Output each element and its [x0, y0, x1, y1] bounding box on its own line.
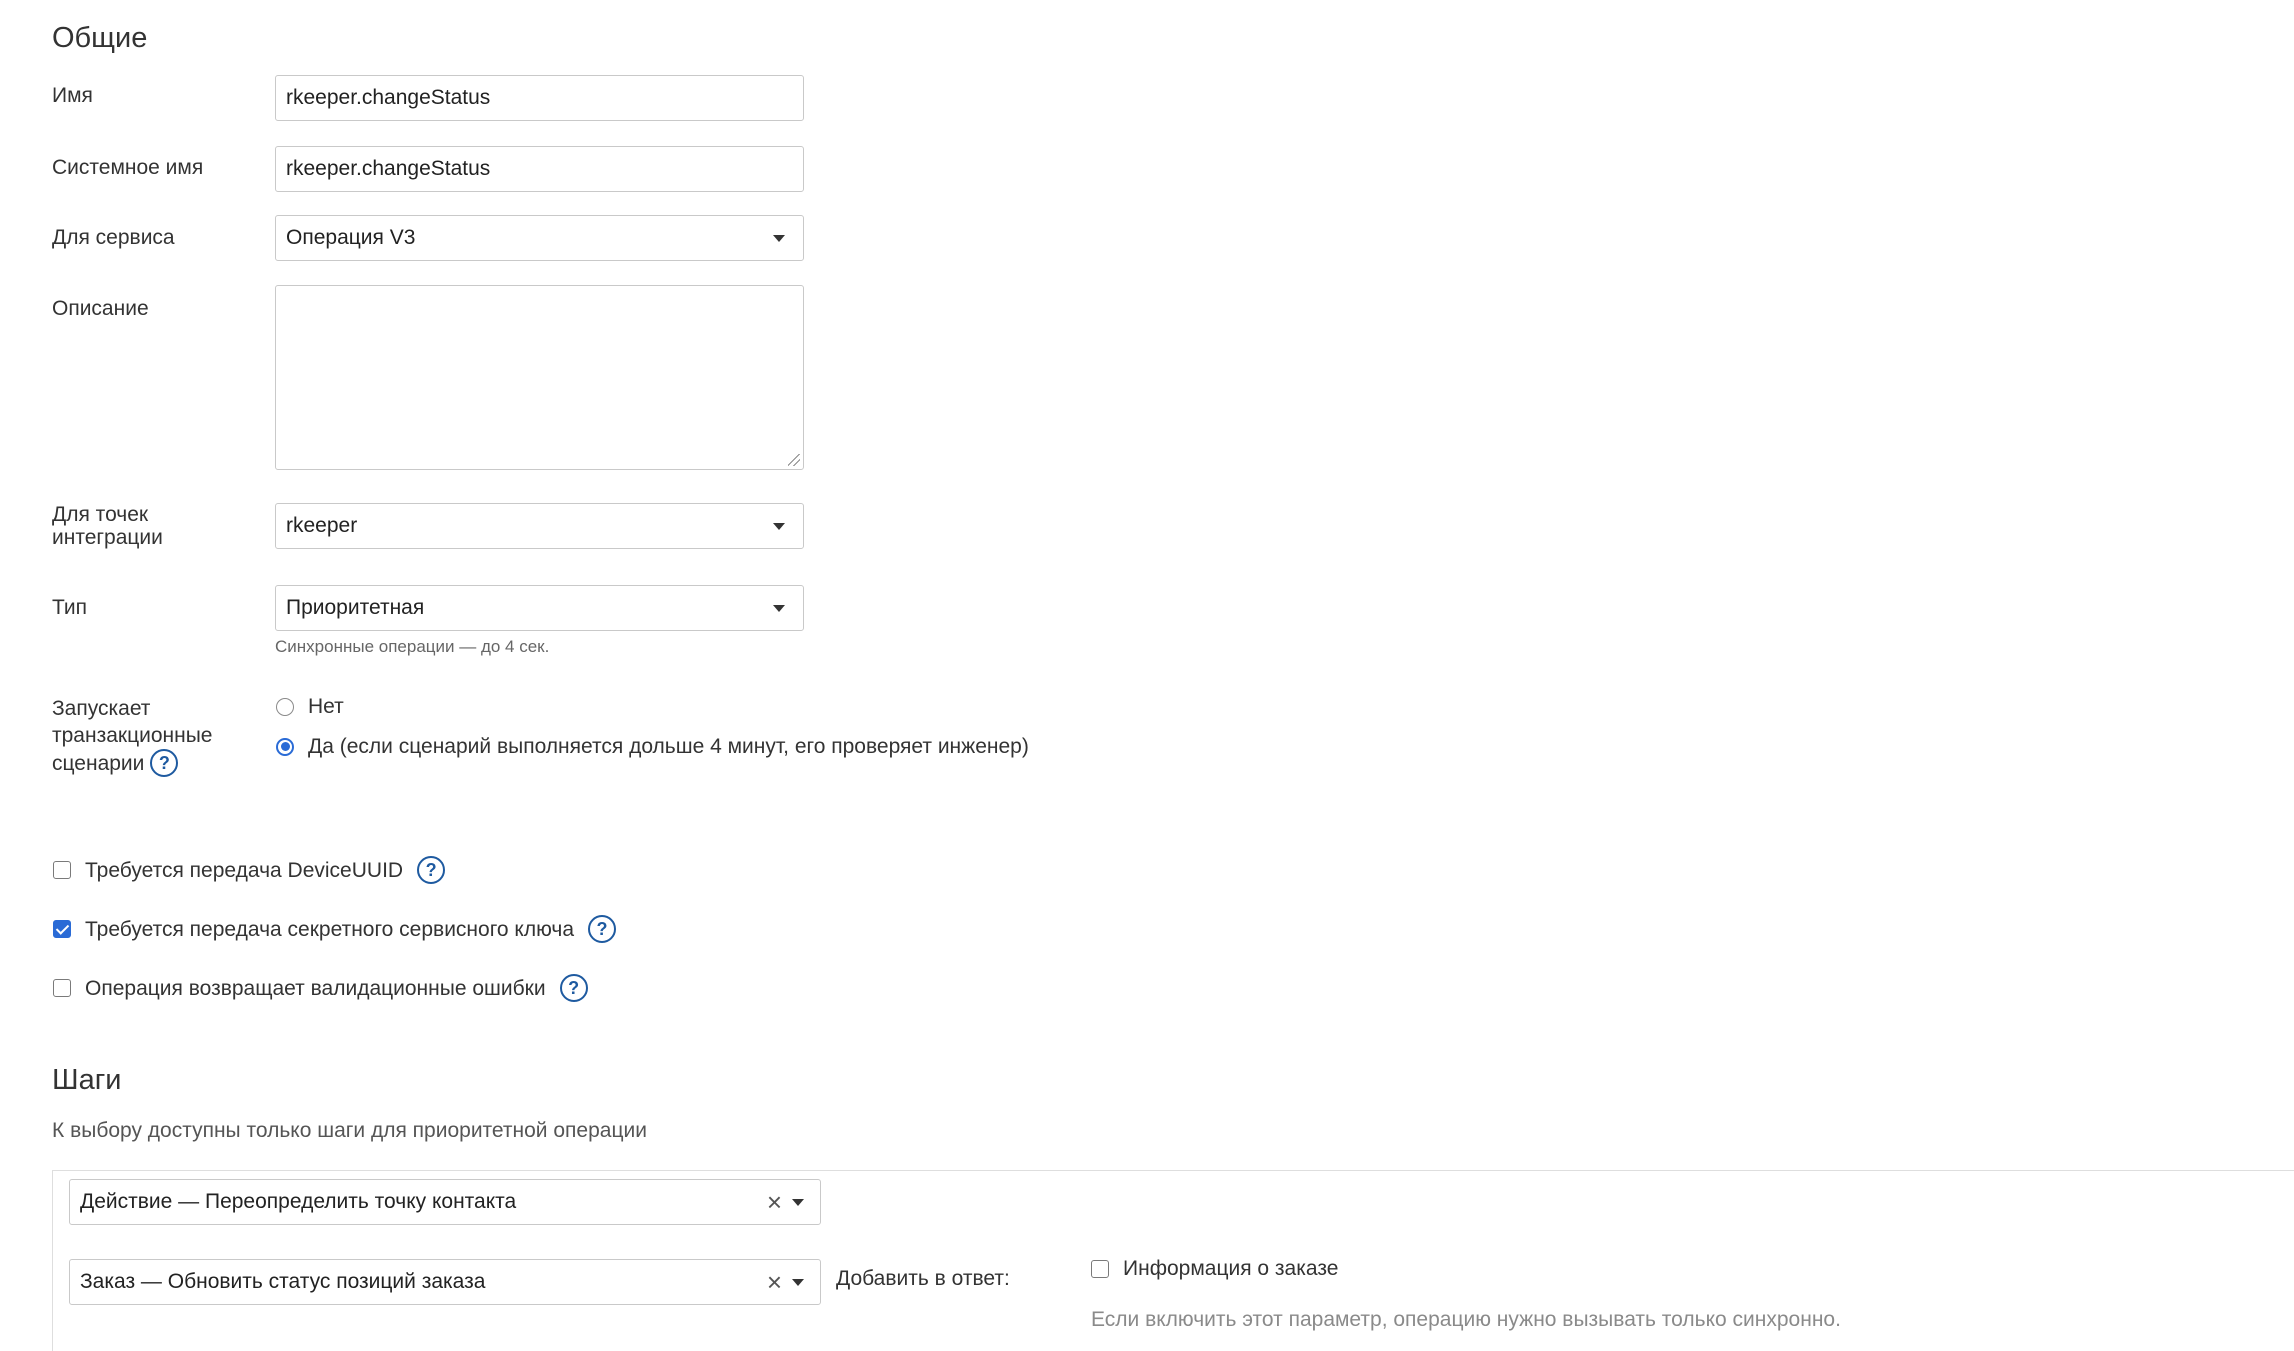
service-select[interactable]: Операция V3: [275, 215, 804, 261]
help-icon[interactable]: ?: [417, 856, 446, 884]
option-order-info-label: Информация о заказе: [1123, 1257, 1339, 1280]
step-select-1[interactable]: Действие — Переопределить точку контакта…: [69, 1179, 821, 1225]
option-validation-errors-label: Операция возвращает валидационные ошибки: [85, 976, 546, 1000]
integration-label-line1: Для точек: [52, 503, 149, 526]
step-select-2[interactable]: Заказ — Обновить статус позиций заказа ×: [69, 1259, 821, 1305]
clear-icon[interactable]: ×: [767, 1189, 782, 1215]
step-select-1-value: Действие — Переопределить точку контакта: [80, 1190, 517, 1213]
steps-subtitle: К выбору доступны только шаги для приори…: [52, 1119, 647, 1142]
chevron-down-icon: [792, 1279, 804, 1286]
name-input-value: rkeeper.changeStatus: [286, 86, 491, 109]
option-device-uuid-label: Требуется передача DeviceUUID: [85, 858, 404, 882]
tx-label: Запускает транзакционные сценарии ?: [52, 695, 212, 777]
service-label: Для сервиса: [52, 226, 175, 249]
type-label: Тип: [52, 596, 88, 619]
tx-label-line2: транзакционные: [52, 724, 213, 747]
description-textarea[interactable]: [275, 285, 804, 470]
resize-grip-icon[interactable]: [788, 454, 800, 466]
integration-select-value: rkeeper: [286, 514, 358, 537]
option-device-uuid[interactable]: Требуется передача DeviceUUID ?: [53, 856, 446, 884]
service-select-value: Операция V3: [286, 226, 416, 249]
option-secret-key[interactable]: Требуется передача секретного сервисного…: [53, 915, 616, 943]
description-label: Описание: [52, 297, 149, 320]
name-input[interactable]: rkeeper.changeStatus: [275, 75, 804, 121]
tx-label-line1: Запускает: [52, 697, 151, 720]
chevron-down-icon: [773, 605, 785, 612]
type-select-value: Приоритетная: [286, 596, 425, 619]
tx-option-no[interactable]: Нет: [276, 695, 344, 718]
help-icon[interactable]: ?: [588, 915, 616, 943]
chevron-down-icon: [773, 235, 785, 242]
option-validation-errors[interactable]: Операция возвращает валидационные ошибки…: [53, 974, 588, 1002]
checkbox-order-info[interactable]: [1091, 1259, 1109, 1278]
tx-label-line3: сценарии: [52, 751, 145, 775]
step-select-2-value: Заказ — Обновить статус позиций заказа: [80, 1270, 486, 1293]
tx-option-yes[interactable]: Да (если сценарий выполняется дольше 4 м…: [276, 735, 1029, 758]
tx-label-line3-row: сценарии ?: [52, 749, 212, 777]
option-secret-key-label: Требуется передача секретного сервисного…: [85, 917, 574, 941]
checkbox-validation-errors[interactable]: [53, 979, 71, 997]
tx-option-no-label: Нет: [308, 695, 344, 718]
type-hint: Синхронные операции — до 4 сек.: [275, 637, 550, 656]
order-info-hint: Если включить этот параметр, операцию ну…: [1091, 1308, 1841, 1331]
name-label: Имя: [52, 84, 93, 107]
help-icon[interactable]: ?: [559, 974, 588, 1002]
sysname-input-value: rkeeper.changeStatus: [286, 157, 491, 180]
integration-select[interactable]: rkeeper: [275, 503, 804, 549]
section-title-steps: Шаги: [52, 1064, 122, 1096]
add-to-response-label: Добавить в ответ:: [836, 1267, 1010, 1290]
chevron-down-icon: [773, 523, 785, 530]
type-select[interactable]: Приоритетная: [275, 585, 804, 631]
integration-label-line2: интеграции: [52, 526, 163, 549]
radio-yes[interactable]: [276, 737, 294, 756]
tx-option-yes-label: Да (если сценарий выполняется дольше 4 м…: [308, 735, 1029, 758]
radio-no[interactable]: [276, 697, 294, 716]
sysname-label: Системное имя: [52, 156, 204, 179]
integration-label: Для точек интеграции: [52, 503, 163, 549]
checkbox-device-uuid[interactable]: [53, 861, 71, 879]
chevron-down-icon: [792, 1199, 804, 1206]
option-order-info[interactable]: Информация о заказе: [1091, 1257, 1338, 1280]
sysname-input[interactable]: rkeeper.changeStatus: [275, 146, 804, 192]
clear-icon[interactable]: ×: [767, 1269, 782, 1295]
section-title-general: Общие: [52, 22, 148, 54]
help-icon[interactable]: ?: [150, 749, 179, 777]
checkbox-secret-key[interactable]: [53, 920, 71, 938]
